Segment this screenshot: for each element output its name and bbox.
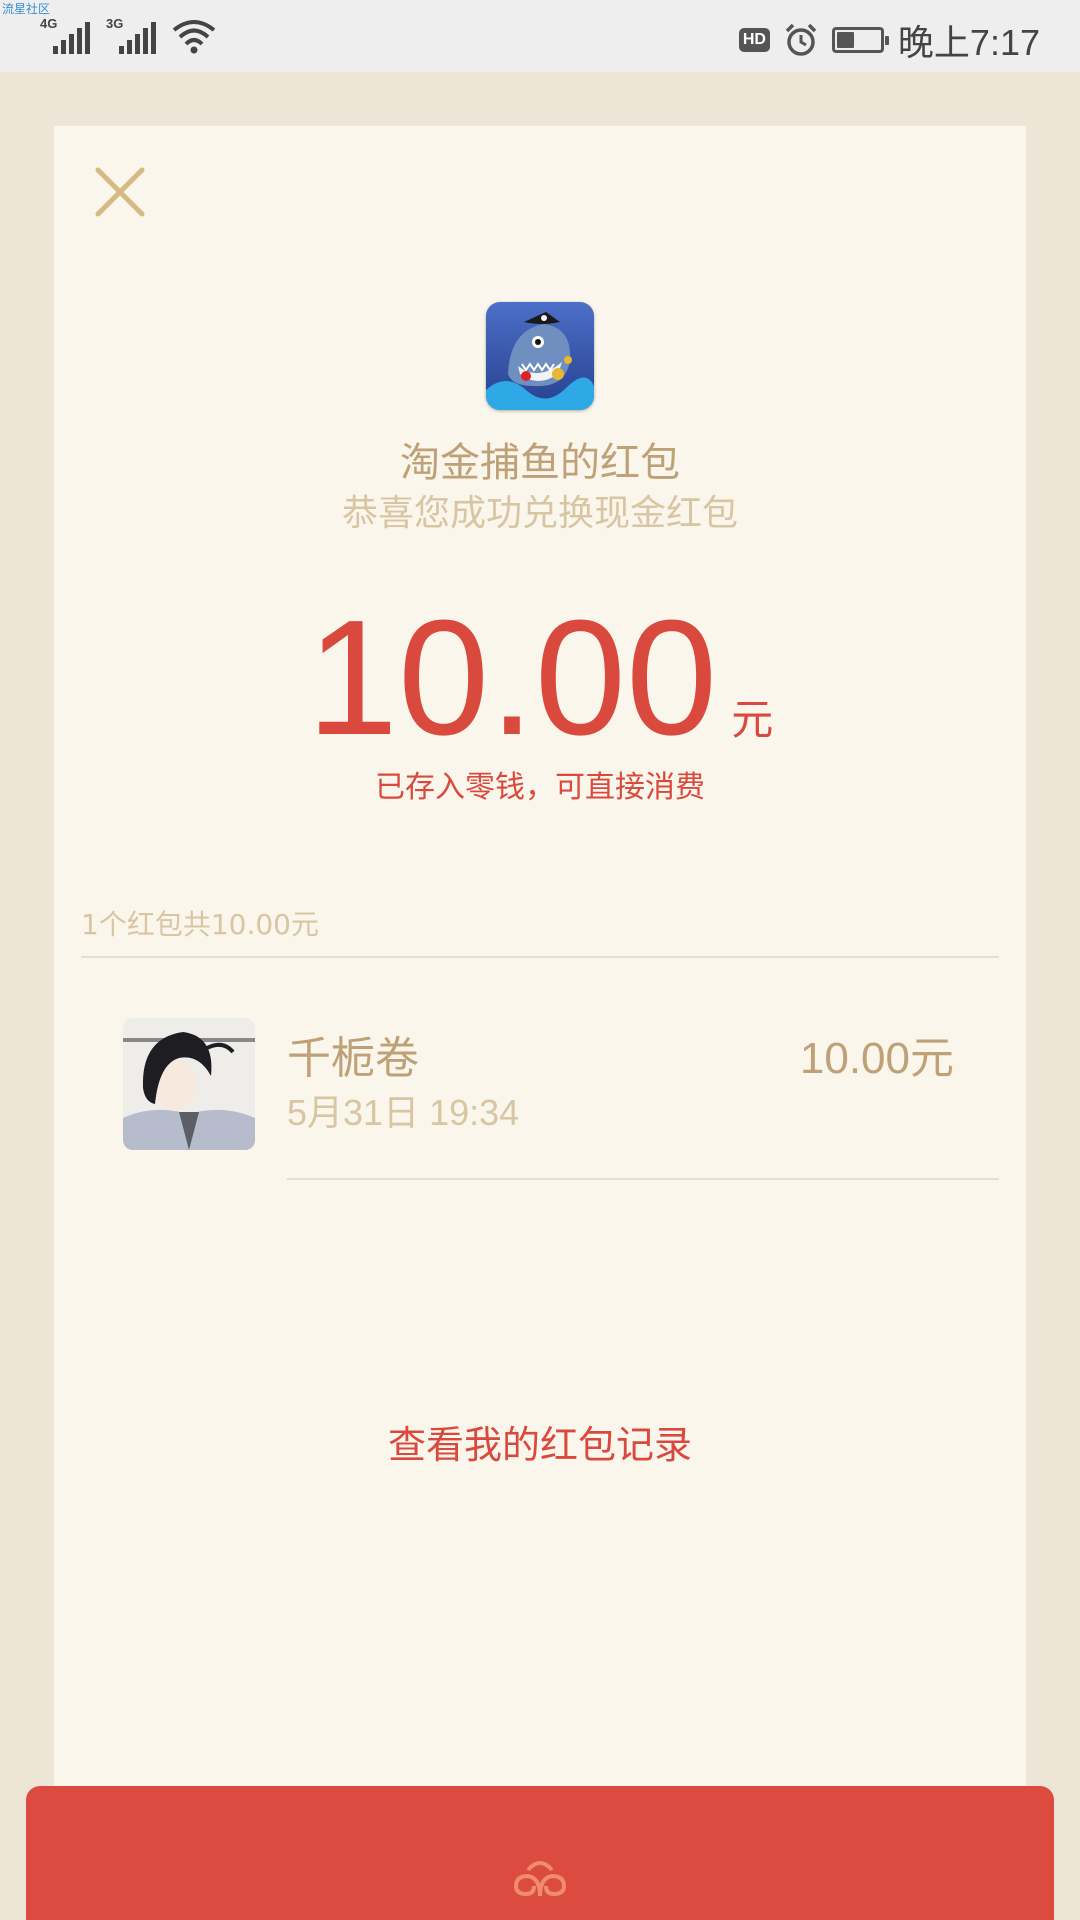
amount-display: 10.00 元 bbox=[54, 596, 1026, 760]
watermark-text: 流星社区 bbox=[2, 2, 51, 16]
deposit-note: 已存入零钱，可直接消费 bbox=[375, 770, 705, 805]
alarm-icon bbox=[785, 23, 817, 56]
packet-summary: 1个红包共10.00元 bbox=[81, 908, 319, 941]
signal-4g-icon: 4G bbox=[40, 16, 90, 54]
status-bar: 流星社区 4G 3G HD 晚上7:17 bbox=[0, 0, 1080, 72]
received-time: 5月31日 19:34 bbox=[287, 1092, 520, 1133]
close-icon[interactable] bbox=[90, 162, 150, 222]
amount-value: 10.00 bbox=[306, 586, 718, 769]
app-icon bbox=[486, 302, 594, 410]
battery-level-fill bbox=[836, 32, 854, 48]
status-time: 晚上7:17 bbox=[897, 22, 1040, 63]
zigzag-edge bbox=[54, 1826, 1026, 1842]
avatar bbox=[123, 1018, 255, 1150]
signal-3g-icon: 3G bbox=[106, 16, 156, 54]
exchange-subtitle: 恭喜您成功兑换现金红包 bbox=[341, 493, 738, 534]
sender-name: 千栀卷 bbox=[287, 1033, 419, 1084]
wifi-icon bbox=[172, 20, 216, 54]
app-name-title: 淘金捕鱼的红包 bbox=[400, 440, 680, 486]
divider bbox=[81, 956, 999, 958]
envelope-logo-icon bbox=[513, 1861, 567, 1897]
record-amount: 10.00元 bbox=[799, 1034, 954, 1083]
battery-icon bbox=[831, 27, 889, 53]
view-records-link[interactable]: 查看我的红包记录 bbox=[54, 1414, 1026, 1469]
red-packet-detail-card: 淘金捕鱼的红包 恭喜您成功兑换现金红包 10.00 元 已存入零钱，可直接消费 … bbox=[54, 126, 1026, 1836]
divider bbox=[287, 1178, 999, 1180]
hd-badge: HD bbox=[738, 28, 770, 52]
amount-unit: 元 bbox=[731, 695, 774, 744]
